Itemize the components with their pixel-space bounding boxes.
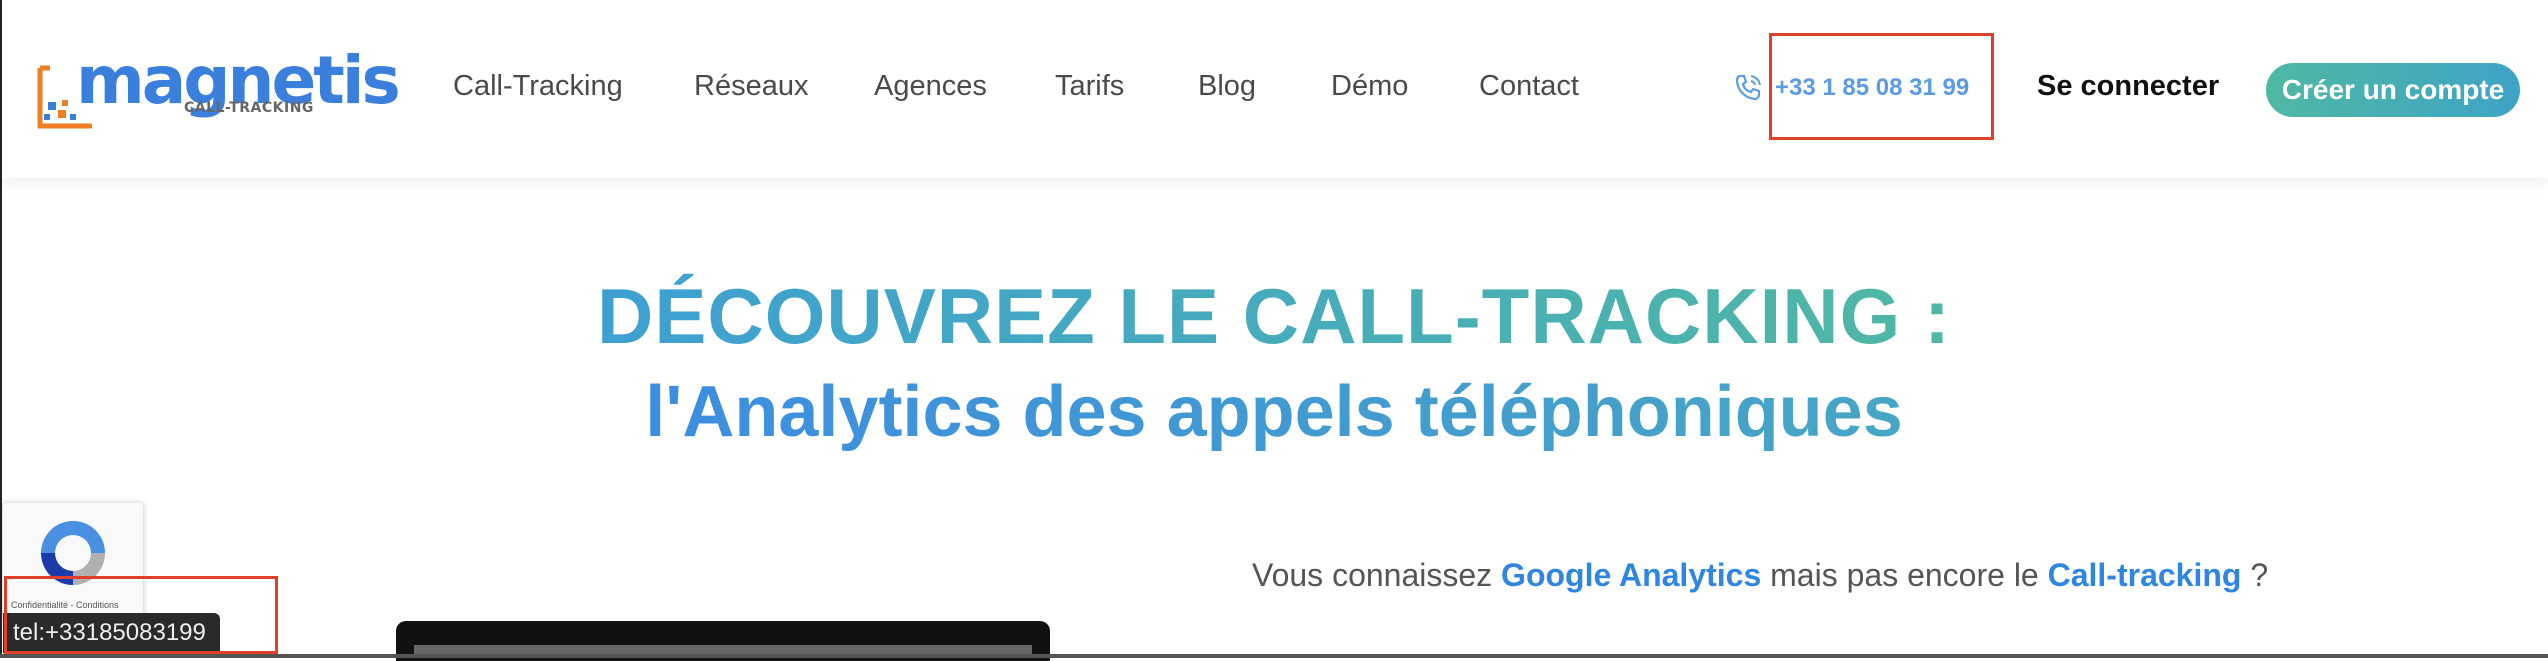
nav-item-contact[interactable]: Contact <box>1479 70 1579 103</box>
nav-item-blog[interactable]: Blog <box>1198 70 1256 103</box>
window-bottom-edge <box>0 654 2548 658</box>
site-header: magnetis CALL-TRACKING Call-Tracking Rés… <box>2 0 2548 178</box>
status-highlight-box <box>4 576 278 654</box>
login-link[interactable]: Se connecter <box>2037 70 2219 103</box>
intro-paragraph: Vous connaissez Google Analytics mais pa… <box>1252 548 2272 603</box>
hero-title-line2: l'Analytics des appels téléphoniques <box>645 372 1903 452</box>
hero-subtitle: l'Analytics des appels téléphoniques <box>0 368 2548 456</box>
logo-tagline: CALL-TRACKING <box>184 100 314 116</box>
signup-button[interactable]: Créer un compte <box>2266 63 2520 117</box>
nav-item-reseaux[interactable]: Réseaux <box>694 70 808 103</box>
intro-text-3: ? <box>2241 557 2269 593</box>
phone-highlight-box <box>1769 33 1994 140</box>
magnetis-logo[interactable]: magnetis CALL-TRACKING <box>32 42 401 132</box>
intro-text-1: Vous connaissez <box>1252 557 1502 593</box>
nav-item-tarifs[interactable]: Tarifs <box>1055 70 1124 103</box>
nav-item-demo[interactable]: Démo <box>1331 70 1408 103</box>
intro-text-2: mais pas encore le <box>1761 557 2048 593</box>
nav-item-agences[interactable]: Agences <box>874 70 987 103</box>
phone-ringing-icon <box>1735 74 1761 101</box>
hero-title: DÉCOUVREZ LE CALL-TRACKING : <box>0 270 2548 362</box>
call-tracking-link[interactable]: Call-tracking <box>2048 557 2242 593</box>
hero-title-line1: DÉCOUVREZ LE CALL-TRACKING : <box>597 272 1951 360</box>
google-analytics-link[interactable]: Google Analytics <box>1501 557 1761 593</box>
nav-item-call-tracking[interactable]: Call-Tracking <box>453 70 623 103</box>
